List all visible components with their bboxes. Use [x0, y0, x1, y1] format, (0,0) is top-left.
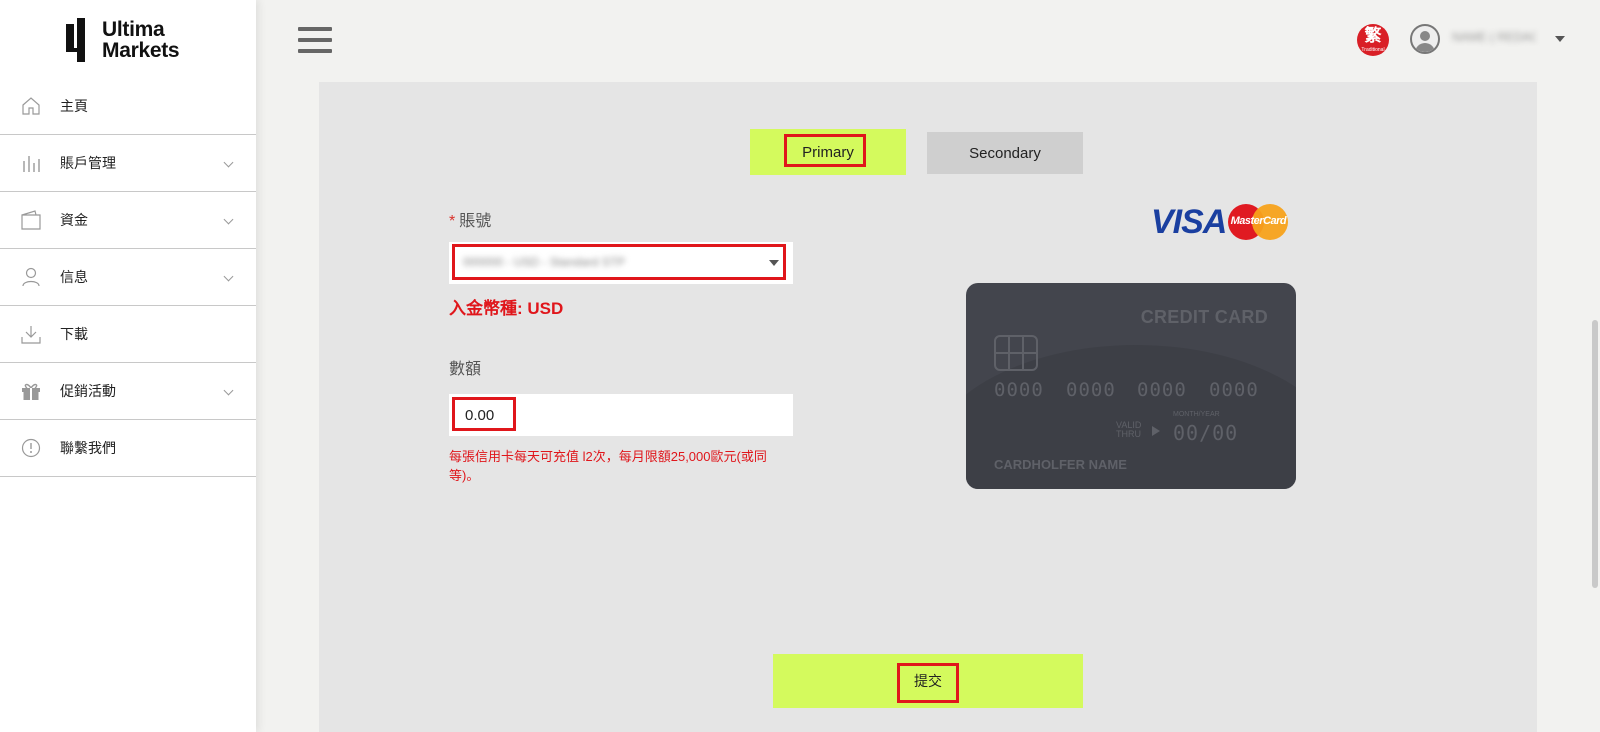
wallet-icon: [20, 209, 42, 231]
account-select-value: 000000 - USD - Standard STP: [463, 255, 626, 269]
language-switch-button[interactable]: 繁 Traditional: [1357, 24, 1389, 56]
sidebar-item-info[interactable]: 信息: [0, 249, 256, 306]
card-brand-logos: VISA MasterCard: [1151, 202, 1289, 241]
user-icon: [20, 266, 42, 288]
deposit-currency: 入金幣種: USD: [449, 299, 564, 318]
brand-logo[interactable]: Ultima Markets: [66, 16, 180, 64]
amount-field-label: 數額: [449, 361, 482, 378]
deposit-panel: Primary Secondary * 賬號 000000 - USD - Sta…: [319, 82, 1537, 732]
amount-input[interactable]: [449, 394, 793, 436]
user-menu-caret-icon[interactable]: [1555, 36, 1565, 42]
sidebar-item-funds[interactable]: 資金: [0, 192, 256, 249]
sidebar-item-promotions[interactable]: 促銷活動: [0, 363, 256, 420]
tab-secondary[interactable]: Secondary: [927, 132, 1083, 174]
mastercard-logo: MasterCard: [1228, 204, 1289, 240]
info-icon: [20, 437, 42, 459]
card-valid-thru: VALID THRU: [1116, 420, 1142, 439]
language-char: 繁: [1364, 26, 1382, 45]
ultima-logo-icon: [66, 18, 92, 62]
sidebar-item-account-management[interactable]: 賬戶管理: [0, 135, 256, 192]
card-number-group: 0000: [994, 379, 1044, 401]
sidebar-item-label: 資金: [60, 212, 88, 228]
chevron-down-icon: [223, 157, 234, 168]
caret-down-icon: [769, 260, 779, 266]
submit-button[interactable]: 提交: [773, 654, 1083, 708]
scrollbar[interactable]: [1592, 320, 1598, 588]
menu-toggle-button[interactable]: [298, 27, 332, 53]
card-chip-icon: [994, 335, 1038, 371]
sidebar-item-download[interactable]: 下載: [0, 306, 256, 363]
user-name[interactable]: NAME ( REDACTED ): [1452, 30, 1536, 46]
card-number-group: 0000: [1066, 379, 1116, 401]
brand-name: Ultima Markets: [102, 18, 180, 62]
tab-primary-label: Primary: [802, 143, 854, 161]
card-number-group: 0000: [1209, 379, 1259, 401]
sidebar-item-label: 聯繫我們: [60, 440, 116, 456]
avatar[interactable]: [1410, 24, 1440, 54]
sidebar-nav: 主頁 賬戶管理 資金 信息 下載 促銷活動 聯繫我們: [0, 78, 256, 477]
mastercard-text: MasterCard: [1230, 215, 1287, 227]
card-month-year: MONTH/YEAR: [1173, 411, 1220, 418]
sidebar-item-label: 賬戶管理: [60, 155, 116, 171]
sidebar-item-label: 主頁: [60, 98, 88, 114]
chevron-down-icon: [223, 271, 234, 282]
tab-primary[interactable]: Primary: [750, 129, 906, 175]
card-holder-name: CARDHOLFER NAME: [994, 457, 1127, 472]
language-sub: Traditional: [1361, 47, 1385, 53]
limit-note: 每張信用卡每天可充值 l2次，每月限額25,000歐元(或同等)。: [449, 449, 767, 483]
chevron-down-icon: [223, 214, 234, 225]
download-icon: [20, 323, 42, 345]
chevron-down-icon: [223, 385, 234, 396]
sidebar-item-label: 信息: [60, 269, 88, 285]
tab-secondary-label: Secondary: [969, 144, 1041, 162]
sidebar-item-label: 促銷活動: [60, 383, 116, 399]
account-field-label: * 賬號: [449, 213, 492, 230]
sidebar-item-home[interactable]: 主頁: [0, 78, 256, 135]
gift-icon: [20, 380, 42, 402]
sidebar: Ultima Markets 主頁 賬戶管理 資金 信息 下載 促銷活動 聯繫我…: [0, 0, 256, 732]
visa-logo: VISA: [1151, 202, 1227, 241]
card-number-group: 0000: [1137, 379, 1187, 401]
card-arrow-icon: [1152, 426, 1160, 436]
home-icon: [20, 95, 42, 117]
card-expiry: 00/00: [1173, 421, 1239, 445]
account-select[interactable]: 000000 - USD - Standard STP: [449, 242, 793, 284]
credit-card-preview: CREDIT CARD 0000 0000 0000 0000 VALID TH…: [966, 283, 1296, 489]
sidebar-item-contact-us[interactable]: 聯繫我們: [0, 420, 256, 477]
sidebar-item-label: 下載: [60, 326, 88, 342]
required-mark: *: [449, 213, 456, 230]
bars-icon: [20, 152, 42, 174]
card-title: CREDIT CARD: [1140, 307, 1268, 327]
